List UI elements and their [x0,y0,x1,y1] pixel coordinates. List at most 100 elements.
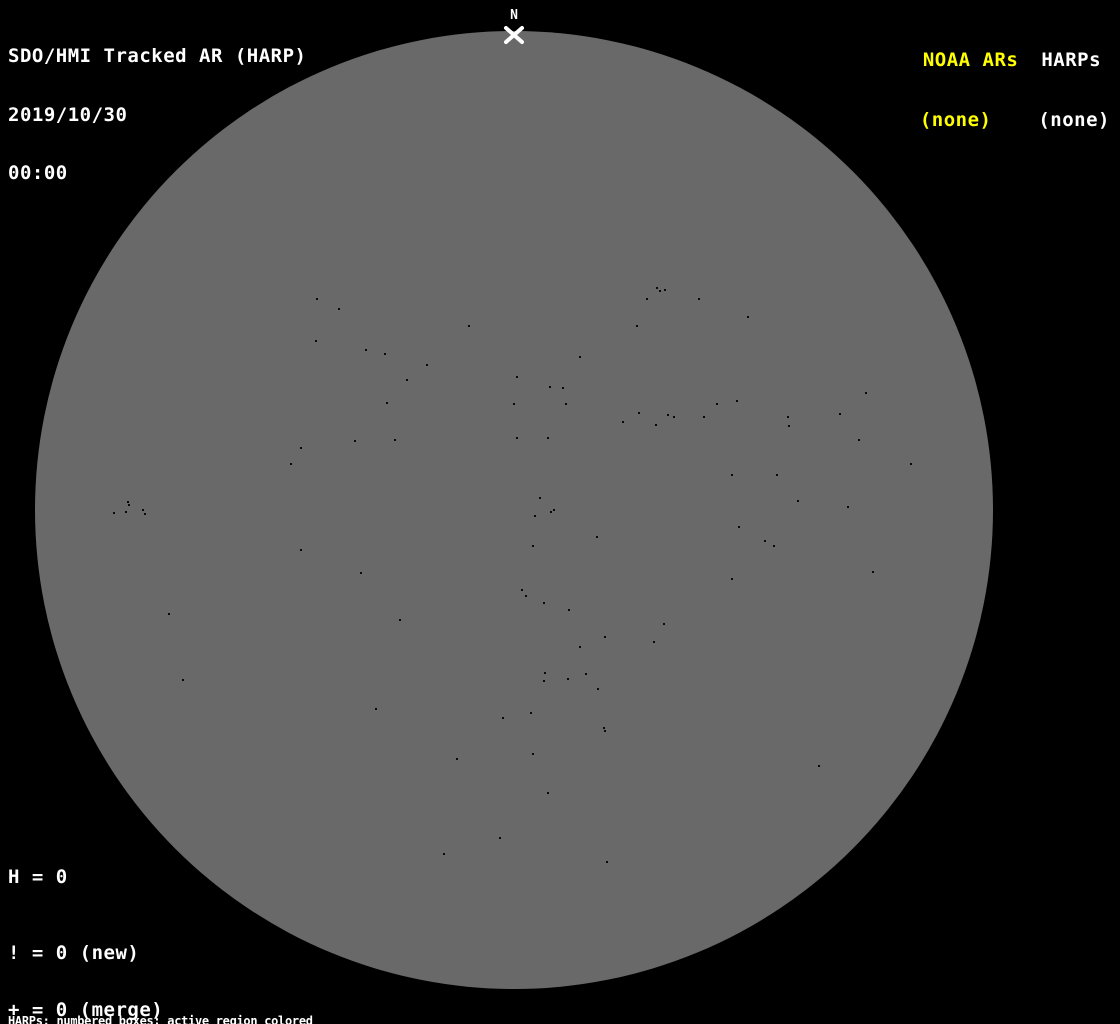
sunspot-speckle [698,298,700,300]
sunspot-speckle [539,497,541,499]
sunspot-speckle [818,765,820,767]
sunspot-speckle [543,680,545,682]
sunspot-speckle [858,439,860,441]
sunspot-speckle [656,287,658,289]
sunspot-speckle [125,511,127,513]
sunspot-speckle [547,792,549,794]
sunspot-speckle [606,861,608,863]
harps-value: (none) [1038,109,1110,131]
sunspot-speckle [534,515,536,517]
sunspot-speckle [596,536,598,538]
sunspot-speckle [530,712,532,714]
region-counters: NOAA ARs (none) HARPs (none) [920,10,1120,170]
sunspot-speckle [738,526,740,528]
sunspot-speckle [384,353,386,355]
sunspot-speckle [525,595,527,597]
sunspot-speckle [604,730,606,732]
sunspot-speckle [653,641,655,643]
sunspot-speckle [142,509,144,511]
sunspot-speckle [354,440,356,442]
sunspot-speckle [300,549,302,551]
sunspot-speckle [655,424,657,426]
title-block: SDO/HMI Tracked AR (HARP) 2019/10/30 00:… [8,8,306,223]
noaa-ars-counter: NOAA ARs (none) [920,10,1019,170]
sunspot-speckle [426,364,428,366]
sunspot-speckle [788,425,790,427]
sunspot-speckle [468,325,470,327]
sunspot-speckle [360,572,362,574]
sunspot-speckle [567,678,569,680]
sunspot-speckle [399,619,401,621]
sunspot-speckle [622,421,624,423]
sunspot-speckle [872,571,874,573]
sunspot-speckle [300,447,302,449]
sunspot-speckle [664,289,666,291]
noaa-ars-value: (none) [919,109,992,131]
sunspot-speckle [532,753,534,755]
sunspot-speckle [516,437,518,439]
time-label: 00:00 [8,162,68,184]
sunspot-speckle [549,386,551,388]
sunspot-speckle [127,501,129,503]
sunspot-speckle [659,290,661,292]
north-marker: N [502,8,526,45]
sunspot-speckle [604,636,606,638]
sunspot-speckle [673,416,675,418]
sunspot-speckle [579,646,581,648]
sunspot-speckle [703,416,705,418]
sunspot-speckle [168,613,170,615]
sunspot-speckle [553,509,555,511]
sunspot-speckle [797,500,799,502]
sunspot-speckle [568,609,570,611]
sunspot-speckle [638,412,640,414]
sunspot-speckle [603,727,605,729]
sunspot-speckle [513,403,515,405]
sunspot-speckle [736,400,738,402]
sunspot-speckle [663,623,665,625]
sunspot-speckle [547,437,549,439]
sunspot-speckle [787,416,789,418]
sunspot-speckle [502,717,504,719]
sunspot-speckle [562,387,564,389]
north-label: N [510,8,518,23]
harp-visualization-frame: SDO/HMI Tracked AR (HARP) 2019/10/30 00:… [0,0,1120,1024]
sunspot-speckle [747,316,749,318]
sunspot-speckle [544,672,546,674]
sunspot-speckle [865,392,867,394]
sunspot-speckle [443,853,445,855]
harp-count-line: H = 0 [8,866,68,888]
sunspot-speckle [636,325,638,327]
sunspot-speckle [516,376,518,378]
sunspot-speckle [113,512,115,514]
sunspot-speckle [565,403,567,405]
sunspot-speckle [550,511,552,513]
sunspot-speckle [776,474,778,476]
sunspot-speckle [847,506,849,508]
x-cross-icon [504,26,524,44]
sunspot-speckle [731,578,733,580]
sunspot-speckle [731,474,733,476]
sunspot-speckle [543,602,545,604]
sunspot-speckle [597,688,599,690]
date-label: 2019/10/30 [8,103,128,126]
sunspot-speckle [128,504,130,506]
sunspot-speckle [646,298,648,300]
page-title: SDO/HMI Tracked AR (HARP) [8,45,307,67]
sunspot-speckle [315,340,317,342]
sunspot-speckle [773,545,775,547]
noaa-ars-label: NOAA ARs [922,49,1019,71]
sunspot-speckle [182,679,184,681]
sunspot-speckle [764,540,766,542]
sunspot-speckle [910,463,912,465]
harps-counter: HARPs (none) [1038,10,1110,170]
sunspot-speckle [456,758,458,760]
sunspot-speckle [521,589,523,591]
sunspot-speckle [394,439,396,441]
sunspot-speckle [406,379,408,381]
sunspot-speckle [365,349,367,351]
sunspot-speckle [144,513,146,515]
sunspot-speckle [338,308,340,310]
legend-line-new: ! = 0 (new) [8,942,140,964]
sunspot-speckle [839,413,841,415]
footer-caption: HARPs: numbered boxes; active region col… [8,991,410,1024]
